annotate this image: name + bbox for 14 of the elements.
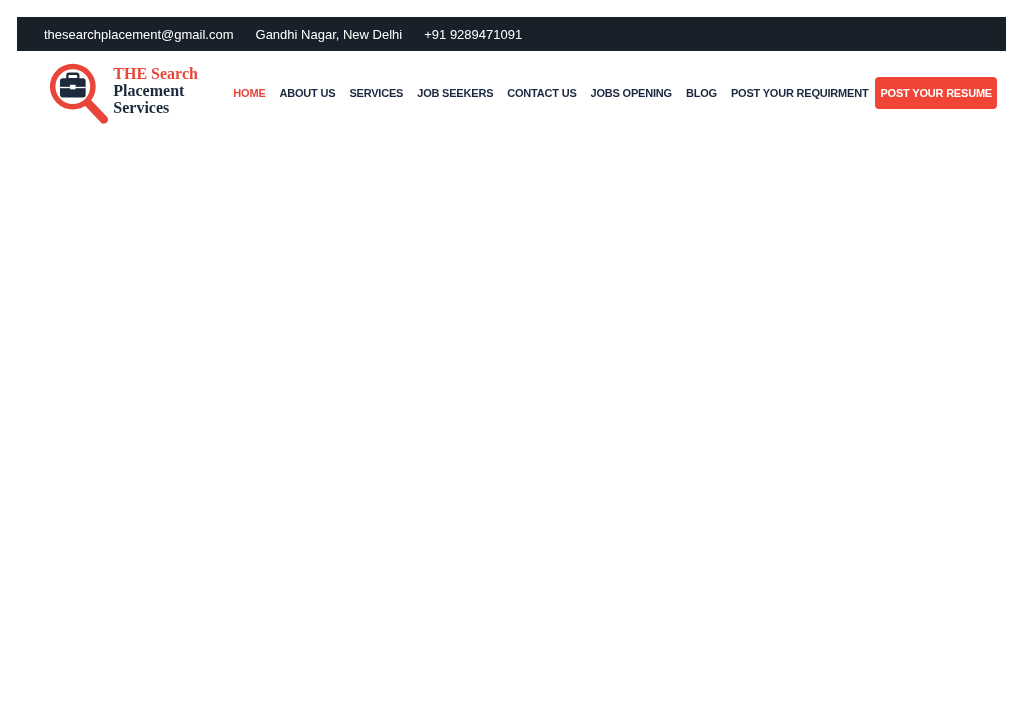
email-text: thesearchplacement@gmail.com: [44, 26, 234, 42]
nav-link[interactable]: CONTACT US: [507, 87, 577, 99]
logo-subtitle: Placement Services: [113, 81, 186, 116]
post-resume-button[interactable]: POST YOUR RESUME: [875, 77, 997, 109]
nav-link[interactable]: SERVICES: [349, 87, 404, 99]
nav-link[interactable]: POST YOUR REQUIRMENT: [730, 87, 869, 99]
logo-title: THE Search: [113, 64, 199, 82]
address-text: Gandhi Nagar, New Delhi: [255, 26, 403, 42]
nav-link[interactable]: BLOG: [685, 87, 717, 99]
nav-link[interactable]: ABOUT US: [279, 87, 336, 99]
phone-text: +91 9289471091: [424, 26, 523, 42]
nav-link[interactable]: JOBS OPENING: [590, 87, 672, 99]
nav-link[interactable]: HOME: [233, 87, 266, 99]
nav-link[interactable]: JOB SEEKERS: [417, 87, 494, 99]
